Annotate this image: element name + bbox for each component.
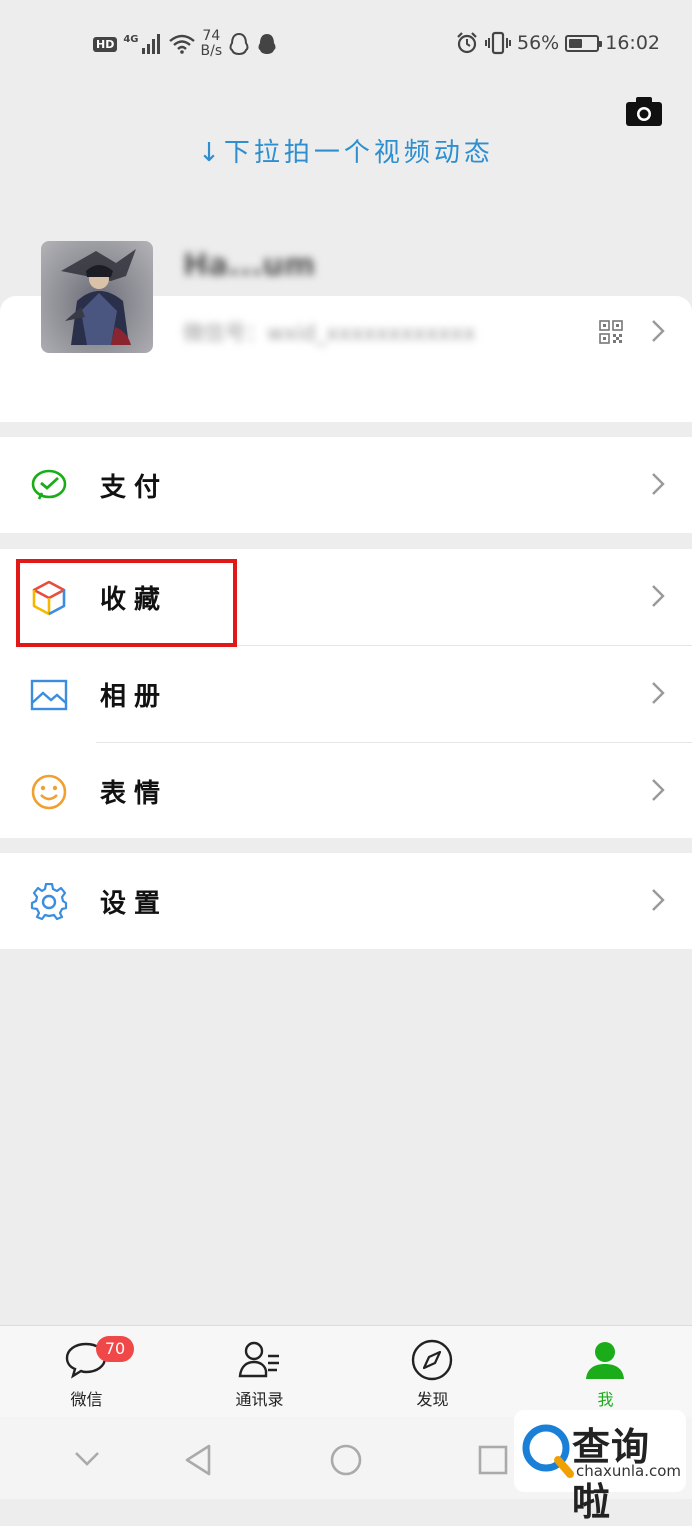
wechat-pay-icon: [31, 469, 67, 500]
status-right: 56% 16:02: [455, 28, 660, 58]
menu-label-settings: 设置: [100, 889, 169, 919]
alarm-icon: [457, 32, 477, 54]
chevron-right-icon: [652, 779, 665, 801]
signal-icon: [141, 34, 160, 54]
battery-fill: [569, 38, 583, 48]
tab-label-contacts: 通讯录: [235, 1390, 284, 1409]
battery-percent: 56%: [517, 32, 560, 54]
menu-label-stickers: 表情: [100, 779, 169, 809]
vibrate-icon: [485, 31, 511, 55]
person-icon: [586, 1342, 624, 1379]
status-left: HD 4G 74 B/s: [93, 24, 278, 64]
contacts-icon: [238, 1341, 279, 1378]
speed-unit: B/s: [200, 43, 223, 59]
nav-back-icon[interactable]: [184, 1443, 212, 1477]
network-type: 4G: [123, 33, 139, 45]
pull-down-hint: ↓下拉拍一个视频动态: [198, 138, 494, 168]
chevron-right-icon: [652, 585, 665, 607]
nav-home-icon[interactable]: [329, 1443, 363, 1477]
gear-icon: [30, 883, 68, 921]
chevron-right-icon: [652, 473, 665, 495]
tab-discover[interactable]: 发现: [346, 1326, 519, 1418]
album-icon: [30, 679, 68, 711]
menu-item-pay[interactable]: 支付: [0, 437, 692, 533]
battery-icon: [565, 34, 603, 52]
nav-recents-icon[interactable]: [478, 1445, 508, 1475]
avatar[interactable]: [41, 241, 153, 353]
watermark-url: chaxunla.com: [576, 1462, 681, 1480]
watermark: 查询啦 chaxunla.com: [514, 1410, 686, 1524]
bottom-tab-bar: 70 微信 通讯录 发现 我: [0, 1325, 692, 1418]
tab-contacts[interactable]: 通讯录: [173, 1326, 346, 1418]
settings-group: 设置: [0, 853, 692, 949]
menu-item-album[interactable]: 相册: [0, 646, 692, 742]
tab-label-discover: 发现: [416, 1390, 449, 1409]
unread-badge: 70: [96, 1336, 134, 1362]
watermark-logo-icon: [522, 1424, 574, 1478]
menu-item-settings[interactable]: 设置: [0, 853, 692, 949]
profile-nickname: Ha...um: [183, 248, 316, 283]
qr-code-icon[interactable]: [599, 320, 623, 344]
speed-value: 74: [202, 28, 221, 44]
menu-label-pay: 支付: [100, 473, 169, 503]
qq-outline-icon: [229, 32, 249, 56]
tab-label-chats: 微信: [70, 1390, 103, 1409]
clock: 16:02: [605, 32, 660, 54]
nav-hide-icon[interactable]: [74, 1451, 100, 1467]
chevron-right-icon: [652, 889, 665, 911]
tab-me[interactable]: 我: [519, 1326, 692, 1418]
tab-label-me: 我: [597, 1390, 614, 1409]
menu-item-stickers[interactable]: 表情: [0, 743, 692, 839]
camera-icon[interactable]: [626, 96, 662, 126]
avatar-image: [61, 249, 136, 345]
smiley-icon: [31, 774, 67, 810]
chevron-right-icon: [652, 682, 665, 704]
menu-label-album: 相册: [100, 682, 169, 712]
annotation-highlight-box: [16, 559, 237, 647]
status-bar: HD 4G 74 B/s 56% 16:02: [0, 0, 692, 86]
chevron-right-icon: [652, 320, 665, 342]
tab-chats[interactable]: 70 微信: [0, 1326, 173, 1418]
pay-group: 支付: [0, 437, 692, 533]
hd-badge: HD: [93, 36, 118, 52]
wifi-icon: [168, 34, 195, 54]
compass-icon: [411, 1339, 453, 1381]
network-speed: 74 B/s: [201, 29, 223, 59]
qq-icon: [258, 34, 276, 54]
profile-wechat-id: 微信号：wxid_xxxxxxxxxxxx: [183, 321, 476, 345]
